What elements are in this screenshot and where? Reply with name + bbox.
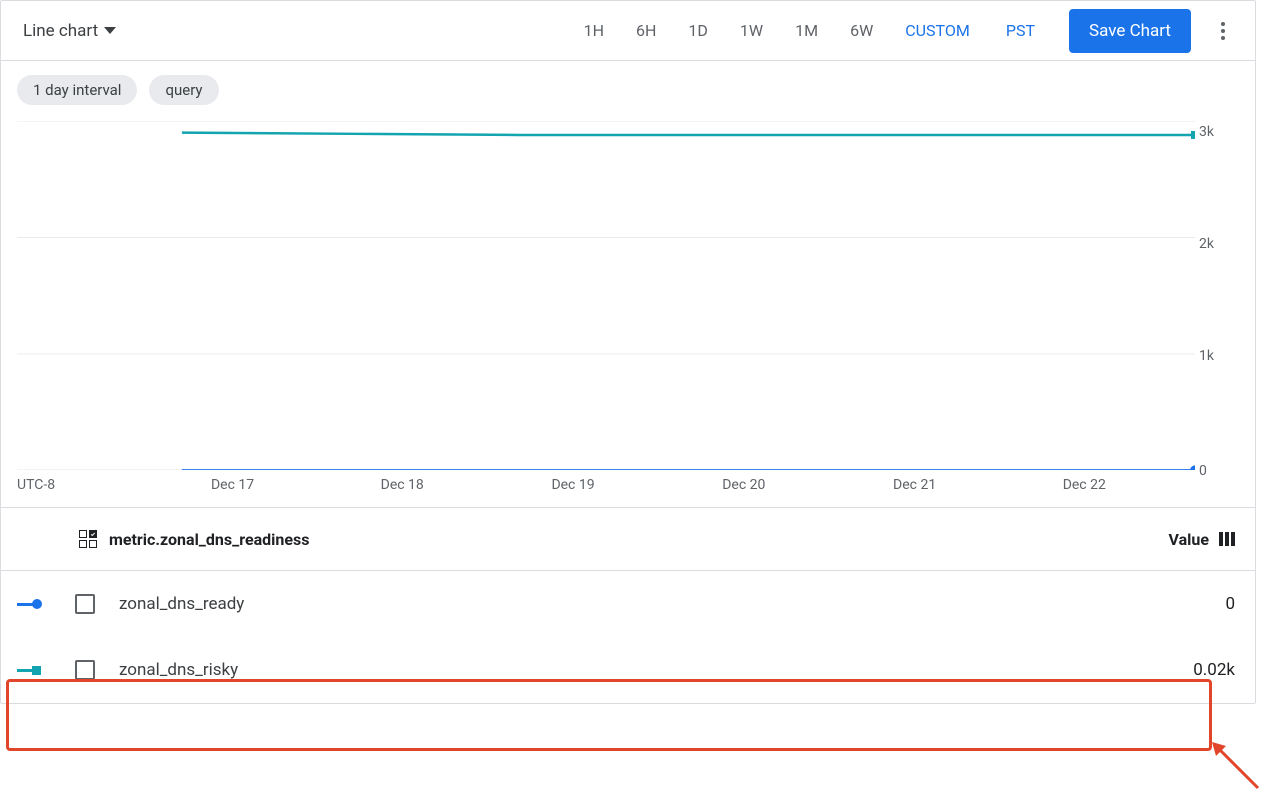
- legend-title: metric.zonal_dns_readiness: [109, 530, 309, 549]
- legend-table: metric.zonal_dns_readiness Value zonal_d…: [1, 507, 1255, 703]
- series-name: zonal_dns_ready: [119, 594, 244, 614]
- legend-header: metric.zonal_dns_readiness Value: [1, 508, 1255, 570]
- more-menu-button[interactable]: [1205, 13, 1241, 49]
- annotation-arrow: [1210, 740, 1270, 794]
- chip[interactable]: query: [149, 75, 218, 105]
- time-tab-1m[interactable]: 1M: [781, 15, 832, 46]
- x-tick-label: Dec 20: [722, 477, 765, 493]
- series-value: 0: [1225, 594, 1235, 614]
- legend-row[interactable]: zonal_dns_ready 0: [1, 571, 1255, 637]
- x-tick-label: Dec 18: [381, 477, 424, 493]
- chart-area[interactable]: 3k 2k 1k 0 UTC-8 Dec 17 Dec 18 Dec 19 Dec 20 Dec…: [1, 115, 1255, 507]
- y-tick-label: 1k: [1199, 348, 1214, 364]
- series-value: 0.02k: [1193, 660, 1235, 680]
- time-tab-6w[interactable]: 6W: [836, 15, 887, 46]
- time-range-tabs: 1H6H1D1W1M6WCUSTOM: [570, 15, 984, 46]
- chart-type-dropdown[interactable]: Line chart: [15, 15, 124, 47]
- x-tick-label: Dec 21: [893, 477, 936, 493]
- chart-plot: [17, 121, 1195, 470]
- time-tab-1h[interactable]: 1H: [570, 15, 618, 46]
- y-tick-label: 0: [1199, 463, 1207, 479]
- vertical-dots-icon: [1221, 22, 1225, 40]
- series-swatch: [17, 666, 51, 675]
- legend-row[interactable]: zonal_dns_risky 0.02k: [1, 637, 1255, 703]
- columns-icon[interactable]: [1219, 532, 1235, 546]
- series-checkbox[interactable]: [75, 594, 95, 614]
- x-tick-label: Dec 19: [551, 477, 594, 493]
- series-name: zonal_dns_risky: [119, 660, 238, 680]
- x-axis-origin-label: UTC-8: [17, 477, 55, 493]
- chips-row: 1 day interval query: [1, 61, 1255, 115]
- chevron-down-icon: [104, 27, 116, 34]
- time-tab-6h[interactable]: 6H: [622, 15, 670, 46]
- chart-toolbar: Line chart 1H6H1D1W1M6WCUSTOM PST Save C…: [1, 1, 1255, 61]
- y-tick-label: 2k: [1199, 236, 1214, 252]
- value-column-header: Value: [1169, 530, 1210, 549]
- y-tick-label: 3k: [1199, 124, 1214, 140]
- time-tab-1w[interactable]: 1W: [726, 15, 777, 46]
- timezone-selector[interactable]: PST: [984, 15, 1051, 46]
- metrics-panel: Line chart 1H6H1D1W1M6WCUSTOM PST Save C…: [0, 0, 1256, 704]
- series-checkbox[interactable]: [75, 660, 95, 680]
- save-chart-button[interactable]: Save Chart: [1069, 9, 1191, 53]
- time-tab-1d[interactable]: 1D: [674, 15, 722, 46]
- chip[interactable]: 1 day interval: [17, 75, 137, 105]
- group-by-icon[interactable]: [79, 530, 97, 548]
- x-axis-labels: UTC-8 Dec 17 Dec 18 Dec 19 Dec 20 Dec 21 Dec 2…: [17, 477, 1195, 499]
- y-axis-labels: 3k2k1k0: [1199, 121, 1239, 471]
- chart-type-label: Line chart: [23, 21, 98, 41]
- x-tick-label: Dec 22: [1063, 477, 1106, 493]
- time-tab-custom[interactable]: CUSTOM: [891, 15, 984, 46]
- x-tick-label: Dec 17: [211, 477, 254, 493]
- series-swatch: [17, 599, 51, 609]
